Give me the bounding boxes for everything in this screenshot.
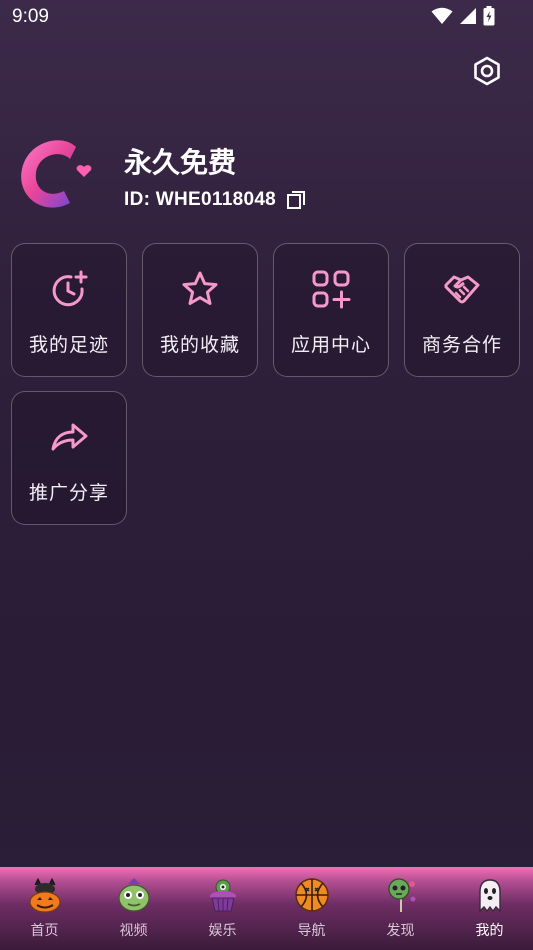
username: 永久免费 <box>124 146 237 179</box>
avatar[interactable] <box>14 133 98 217</box>
pumpkin-cat-icon <box>28 877 61 913</box>
menu-tile-favorites[interactable]: 我的收藏 <box>142 243 258 377</box>
gear-icon <box>474 56 500 86</box>
star-icon <box>182 271 218 305</box>
handshake-icon <box>444 275 480 304</box>
tab-home[interactable]: 首页 <box>0 867 89 950</box>
tab-entertainment[interactable]: 娱乐 <box>178 867 267 950</box>
copy-icon[interactable] <box>286 190 306 210</box>
bottom-tab-bar: 首页 视频 娱乐 导航 发现 我的 <box>0 867 533 950</box>
status-time: 9:09 <box>12 6 49 27</box>
status-bar: 9:09 <box>0 0 533 34</box>
tab-mine[interactable]: 我的 <box>445 867 533 950</box>
status-icons <box>431 6 495 26</box>
tab-navigation[interactable]: 导航 <box>267 867 356 950</box>
history-add-icon <box>52 270 88 307</box>
menu-tile-business[interactable]: 商务合作 <box>404 243 520 377</box>
user-id: ID: WHE0118048 <box>124 189 277 210</box>
tab-discover[interactable]: 发现 <box>356 867 445 950</box>
menu-tile-label: 我的收藏 <box>159 334 240 356</box>
menu-tile-share[interactable]: 推广分享 <box>11 391 127 525</box>
menu-tile-label: 商务合作 <box>421 334 502 356</box>
battery-icon <box>483 6 495 26</box>
apps-add-icon <box>312 270 351 309</box>
basketball-icon <box>294 878 329 912</box>
menu-tile-label: 我的足迹 <box>28 334 109 356</box>
monster-icon <box>117 878 150 912</box>
tab-label: 导航 <box>297 923 326 939</box>
tab-label: 视频 <box>119 923 148 939</box>
tab-label: 娱乐 <box>208 923 237 939</box>
wifi-icon <box>431 7 453 24</box>
signal-icon <box>460 8 476 24</box>
menu-tile-app-center[interactable]: 应用中心 <box>273 243 389 377</box>
tab-label: 发现 <box>386 923 415 939</box>
tab-label: 首页 <box>30 923 59 939</box>
profile-header: 永久免费 ID: WHE0118048 <box>14 133 519 219</box>
menu-tile-history[interactable]: 我的足迹 <box>11 243 127 377</box>
menu-tile-label: 推广分享 <box>28 482 109 504</box>
cupcake-icon <box>209 879 236 912</box>
lollipop-skull-icon <box>387 878 415 912</box>
tab-video[interactable]: 视频 <box>89 867 178 950</box>
share-icon <box>51 423 88 451</box>
settings-button[interactable] <box>470 54 504 88</box>
menu-tile-label: 应用中心 <box>290 334 371 356</box>
user-id-row: ID: WHE0118048 <box>124 189 306 211</box>
ghost-icon <box>478 879 501 913</box>
tab-label: 我的 <box>475 923 504 939</box>
app-logo-icon <box>21 140 92 208</box>
